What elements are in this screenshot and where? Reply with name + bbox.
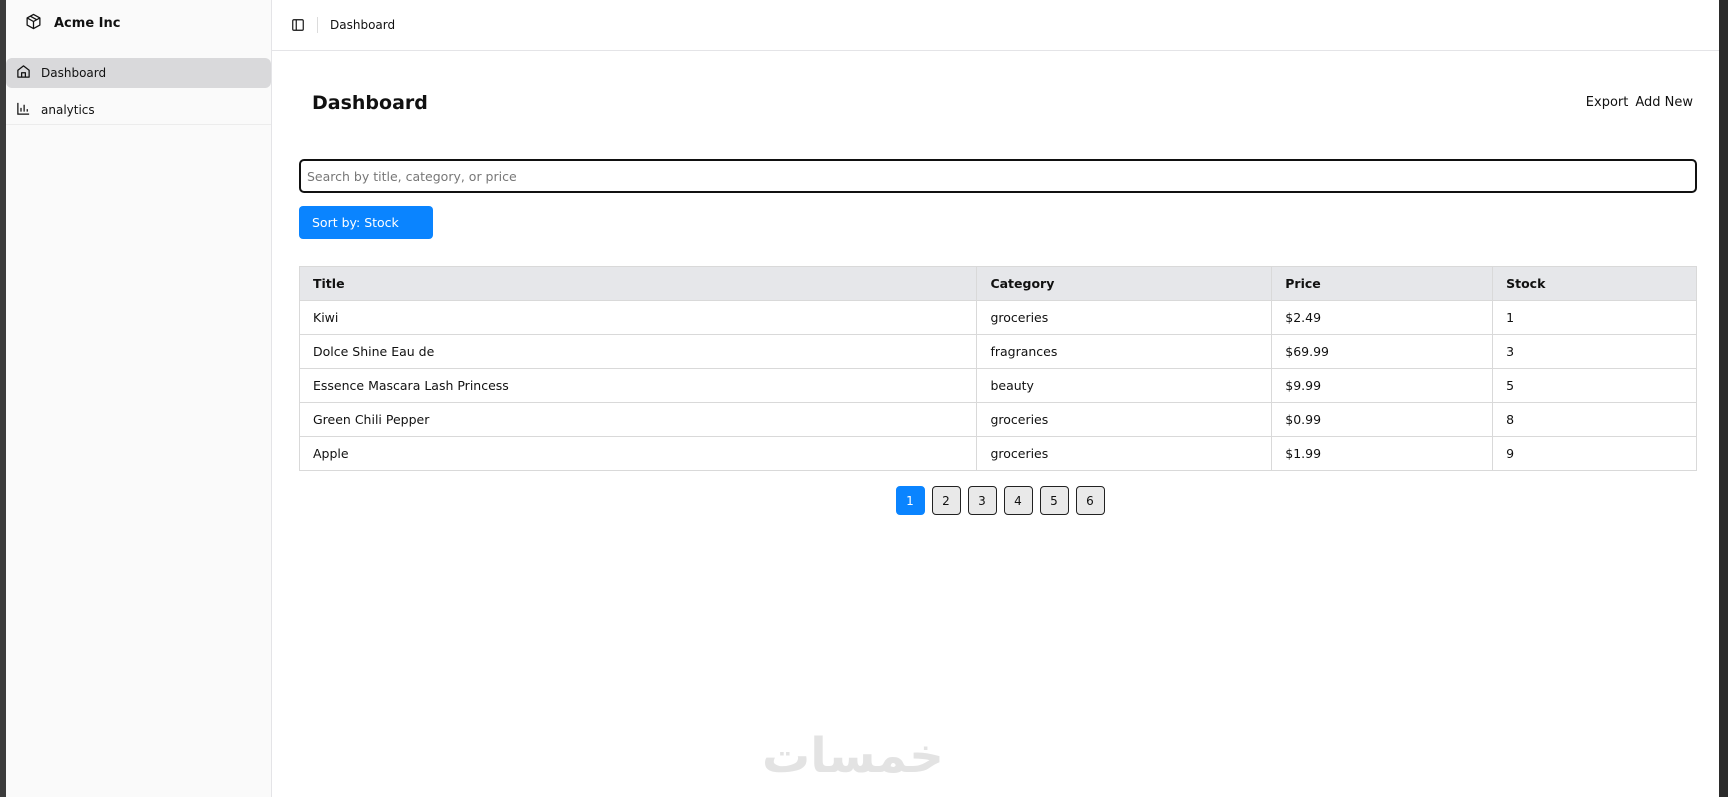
box-icon [25,13,54,34]
watermark: خمسات [762,728,944,784]
page-button-6[interactable]: 6 [1075,486,1105,515]
sort-button[interactable]: Sort by: Stock [299,206,433,239]
brand: Acme Inc [6,0,271,47]
bar-chart-icon [16,101,41,119]
column-header-price[interactable]: Price [1271,266,1494,301]
cell-title: Essence Mascara Lash Princess [298,368,978,403]
cell-stock: 5 [1492,368,1697,403]
products-table: Title Category Price Stock Kiwi grocerie… [298,266,1697,471]
table-row: Green Chili Pepper groceries $0.99 8 [298,402,1697,437]
sidebar: Acme Inc Dashboard analytics [6,0,272,797]
cell-stock: 9 [1492,436,1697,471]
topbar: Dashboard [272,0,1728,51]
page-title: Dashboard [312,92,428,114]
sidebar-item-label: Dashboard [41,66,107,80]
page-button-2[interactable]: 2 [931,486,961,515]
search-input[interactable] [299,159,1697,193]
divider [317,17,318,33]
cell-title: Dolce Shine Eau de [298,334,978,369]
table-row: Kiwi groceries $2.49 1 [298,300,1697,335]
sidebar-item-analytics[interactable]: analytics [6,95,271,125]
cell-title: Kiwi [298,300,978,335]
cell-stock: 8 [1492,402,1697,437]
screen-edge [1719,0,1728,797]
sidebar-item-dashboard[interactable]: Dashboard [6,58,271,88]
pagination: 1 2 3 4 5 6 [272,486,1728,515]
page-button-3[interactable]: 3 [967,486,997,515]
column-header-stock[interactable]: Stock [1492,266,1697,301]
column-header-category[interactable]: Category [976,266,1273,301]
export-button[interactable]: Export [1586,95,1629,110]
cell-category: beauty [976,368,1273,403]
home-icon [16,64,41,82]
main-content: Dashboard Dashboard Export Add New Sort … [272,0,1728,797]
cell-title: Green Chili Pepper [298,402,978,437]
table-row: Dolce Shine Eau de fragrances $69.99 3 [298,334,1697,369]
column-header-title[interactable]: Title [298,266,978,301]
table-row: Essence Mascara Lash Princess beauty $9.… [298,368,1697,403]
cell-price: $2.49 [1271,300,1494,335]
breadcrumb[interactable]: Dashboard [330,18,395,32]
cell-category: groceries [976,436,1273,471]
cell-price: $1.99 [1271,436,1494,471]
cell-category: fragrances [976,334,1273,369]
cell-title: Apple [298,436,978,471]
app-window: Acme Inc Dashboard analytics Dashboard D… [6,0,1728,797]
page-button-5[interactable]: 5 [1039,486,1069,515]
table-header-row: Title Category Price Stock [298,266,1697,301]
cell-price: $69.99 [1271,334,1494,369]
cell-price: $9.99 [1271,368,1494,403]
cell-stock: 1 [1492,300,1697,335]
sidebar-toggle-icon[interactable] [291,18,305,32]
table-row: Apple groceries $1.99 9 [298,436,1697,471]
cell-category: groceries [976,402,1273,437]
cell-price: $0.99 [1271,402,1494,437]
page-button-4[interactable]: 4 [1003,486,1033,515]
cell-category: groceries [976,300,1273,335]
brand-name: Acme Inc [54,16,121,31]
cell-stock: 3 [1492,334,1697,369]
sidebar-item-label: analytics [41,102,95,117]
page-actions: Export Add New [1586,95,1693,110]
add-new-button[interactable]: Add New [1635,95,1693,110]
page-button-1[interactable]: 1 [895,486,925,515]
